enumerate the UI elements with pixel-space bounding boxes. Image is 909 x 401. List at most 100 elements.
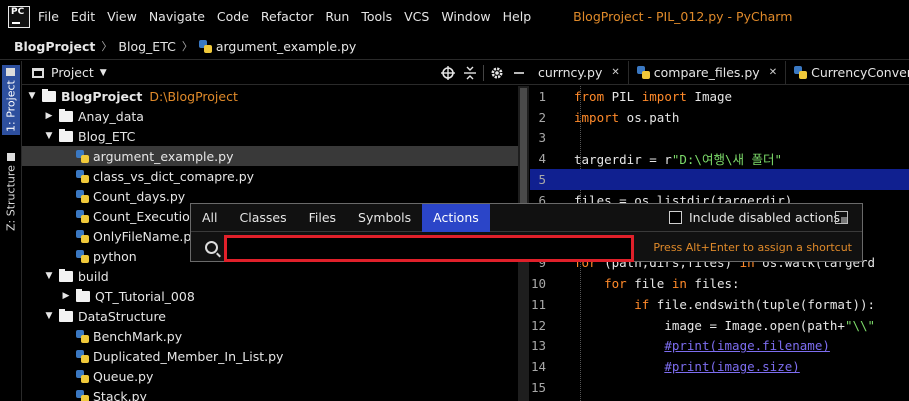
code-line[interactable]: 3 — [530, 128, 909, 149]
tree-item[interactable]: ▼ DataStructure — [22, 306, 520, 326]
expand-arrow-down-icon[interactable]: ▼ — [26, 91, 38, 101]
editor-tab[interactable]: CurrencyConvertor.py✕ — [786, 61, 909, 84]
editor-tab-label: CurrencyConvertor.py — [811, 65, 909, 80]
include-disabled-actions-option[interactable]: Include disabled actions — [669, 210, 840, 225]
chevron-down-icon[interactable]: ▼ — [100, 68, 107, 78]
tree-item[interactable]: ▶ QT_Tutorial_008 — [22, 286, 520, 306]
code-token: in — [671, 276, 687, 292]
hide-panel-icon[interactable] — [508, 62, 530, 84]
tree-item[interactable]: argument_example.py — [22, 146, 520, 166]
code-line[interactable]: 4 targerdir = r"D:\여행\새 폴더" — [530, 148, 909, 169]
python-file-icon — [198, 39, 212, 53]
expand-arrow-down-icon[interactable]: ▼ — [43, 131, 55, 141]
project-panel-header: Project ▼ — [22, 61, 530, 85]
menu-file[interactable]: File — [38, 9, 59, 24]
tree-item-label: QT_Tutorial_008 — [95, 288, 195, 304]
breadcrumb-separator-icon: 〉 — [101, 40, 113, 53]
menu-run[interactable]: Run — [325, 9, 349, 24]
tree-item-label: Stack.py — [93, 388, 147, 401]
menu-items: File Edit View Navigate Code Refactor Run Tools… — [38, 9, 543, 24]
tree-item[interactable]: ▼ Blog_ETC — [22, 126, 520, 146]
menu-tools[interactable]: Tools — [361, 9, 392, 24]
search-input[interactable] — [224, 235, 634, 262]
tree-item[interactable]: ▼ BlogProject D:\BlogProject — [22, 86, 520, 106]
search-tab-symbols[interactable]: Symbols — [347, 204, 422, 232]
tree-item-label: BenchMark.py — [93, 328, 183, 344]
code-line[interactable]: 13 #print(image.filename) — [530, 336, 909, 357]
code-line[interactable]: 11 if file.endswith(tuple(format)): — [530, 294, 909, 315]
tree-item[interactable]: ▼ build — [22, 266, 520, 286]
menu-refactor[interactable]: Refactor — [261, 9, 313, 24]
left-tool-strip: 1: Project Z: Structure — [0, 61, 22, 401]
tree-item-label: Blog_ETC — [78, 128, 136, 144]
code-line[interactable]: 14 #print(image.size) — [530, 356, 909, 377]
editor-tab[interactable]: currncy.py ✕ — [530, 61, 629, 84]
code-line[interactable]: 5 — [530, 169, 909, 190]
line-number: 15 — [530, 380, 546, 396]
tree-item[interactable]: Stack.py — [22, 386, 520, 401]
line-number: 5 — [538, 172, 546, 188]
code-token: from — [574, 88, 605, 104]
close-tab-icon[interactable]: ✕ — [769, 67, 777, 78]
gear-icon[interactable] — [486, 62, 508, 84]
tree-item-label: build — [78, 268, 109, 284]
tree-item-label: Queue.py — [93, 368, 154, 384]
menu-window[interactable]: Window — [441, 9, 490, 24]
expand-arrow-down-icon[interactable]: ▼ — [43, 271, 55, 281]
tree-item[interactable]: class_vs_dict_comapre.py — [22, 166, 520, 186]
breadcrumb-project[interactable]: BlogProject — [14, 39, 95, 54]
collapse-all-icon[interactable] — [459, 62, 481, 84]
search-tab-actions[interactable]: Actions — [422, 203, 490, 232]
line-number: 11 — [530, 296, 546, 312]
code-token: "D:\여행\새 폴더" — [671, 152, 783, 168]
menu-view[interactable]: View — [107, 9, 137, 24]
editor-tab[interactable]: compare_files.py ✕ — [629, 61, 787, 84]
code-line[interactable]: 1 from PIL import Image — [530, 86, 909, 107]
code-token: os.path — [619, 109, 680, 125]
pin-window-icon[interactable] — [835, 211, 848, 224]
code-line[interactable]: 10 for file in files: — [530, 273, 909, 294]
python-file-icon — [636, 66, 650, 79]
python-file-icon — [76, 229, 89, 243]
code-line[interactable]: 2 import os.path — [530, 107, 909, 128]
project-view-selector[interactable]: Project — [51, 65, 94, 80]
structure-tool-button[interactable]: Z: Structure — [2, 151, 20, 233]
menu-vcs[interactable]: VCS — [404, 9, 429, 24]
tree-item[interactable]: BenchMark.py — [22, 326, 520, 346]
include-disabled-checkbox[interactable] — [669, 211, 682, 224]
search-tab-classes[interactable]: Classes — [229, 204, 298, 232]
python-file-icon — [76, 249, 89, 263]
code-text: if file.endswith(tuple(format)): — [562, 297, 875, 312]
code-line[interactable]: 15 — [530, 377, 909, 398]
expand-arrow-down-icon[interactable]: ▼ — [43, 311, 55, 321]
tree-item-label: Duplicated_Member_In_List.py — [93, 348, 284, 364]
expand-arrow-right-icon[interactable]: ▶ — [60, 291, 72, 301]
project-root-path: D:\BlogProject — [149, 88, 238, 104]
folder-icon — [42, 88, 56, 102]
expand-arrow-right-icon[interactable]: ▶ — [43, 111, 55, 121]
tree-item[interactable]: Duplicated_Member_In_List.py — [22, 346, 520, 366]
tree-item[interactable]: ▶ Anay_data — [22, 106, 520, 126]
tree-item[interactable]: Queue.py — [22, 366, 520, 386]
window-title: BlogProject - PIL_012.py - PyCharm — [573, 9, 793, 24]
folder-icon — [59, 128, 73, 142]
menu-edit[interactable]: Edit — [71, 9, 95, 24]
search-tab-all[interactable]: All — [191, 204, 229, 232]
search-tab-files[interactable]: Files — [298, 204, 347, 232]
code-token: targerdir = r — [574, 152, 672, 168]
code-text: targerdir = r"D:\여행\새 폴더" — [562, 149, 782, 168]
menu-navigate[interactable]: Navigate — [149, 9, 205, 24]
editor-tab-label: compare_files.py — [653, 65, 760, 80]
breadcrumb-folder[interactable]: Blog_ETC — [118, 39, 175, 54]
close-tab-icon[interactable]: ✕ — [611, 67, 619, 78]
code-token: image = Image.open(path+ — [664, 317, 845, 333]
menu-help[interactable]: Help — [503, 9, 532, 24]
locate-file-icon[interactable] — [437, 62, 459, 84]
breadcrumb-file[interactable]: argument_example.py — [216, 39, 357, 54]
code-line[interactable]: 12 image = Image.open(path+"\\" — [530, 315, 909, 336]
python-file-icon — [76, 369, 89, 383]
project-tool-button[interactable]: 1: Project — [2, 65, 20, 135]
pycharm-logo-icon: PC — [8, 5, 30, 28]
menu-code[interactable]: Code — [217, 9, 249, 24]
